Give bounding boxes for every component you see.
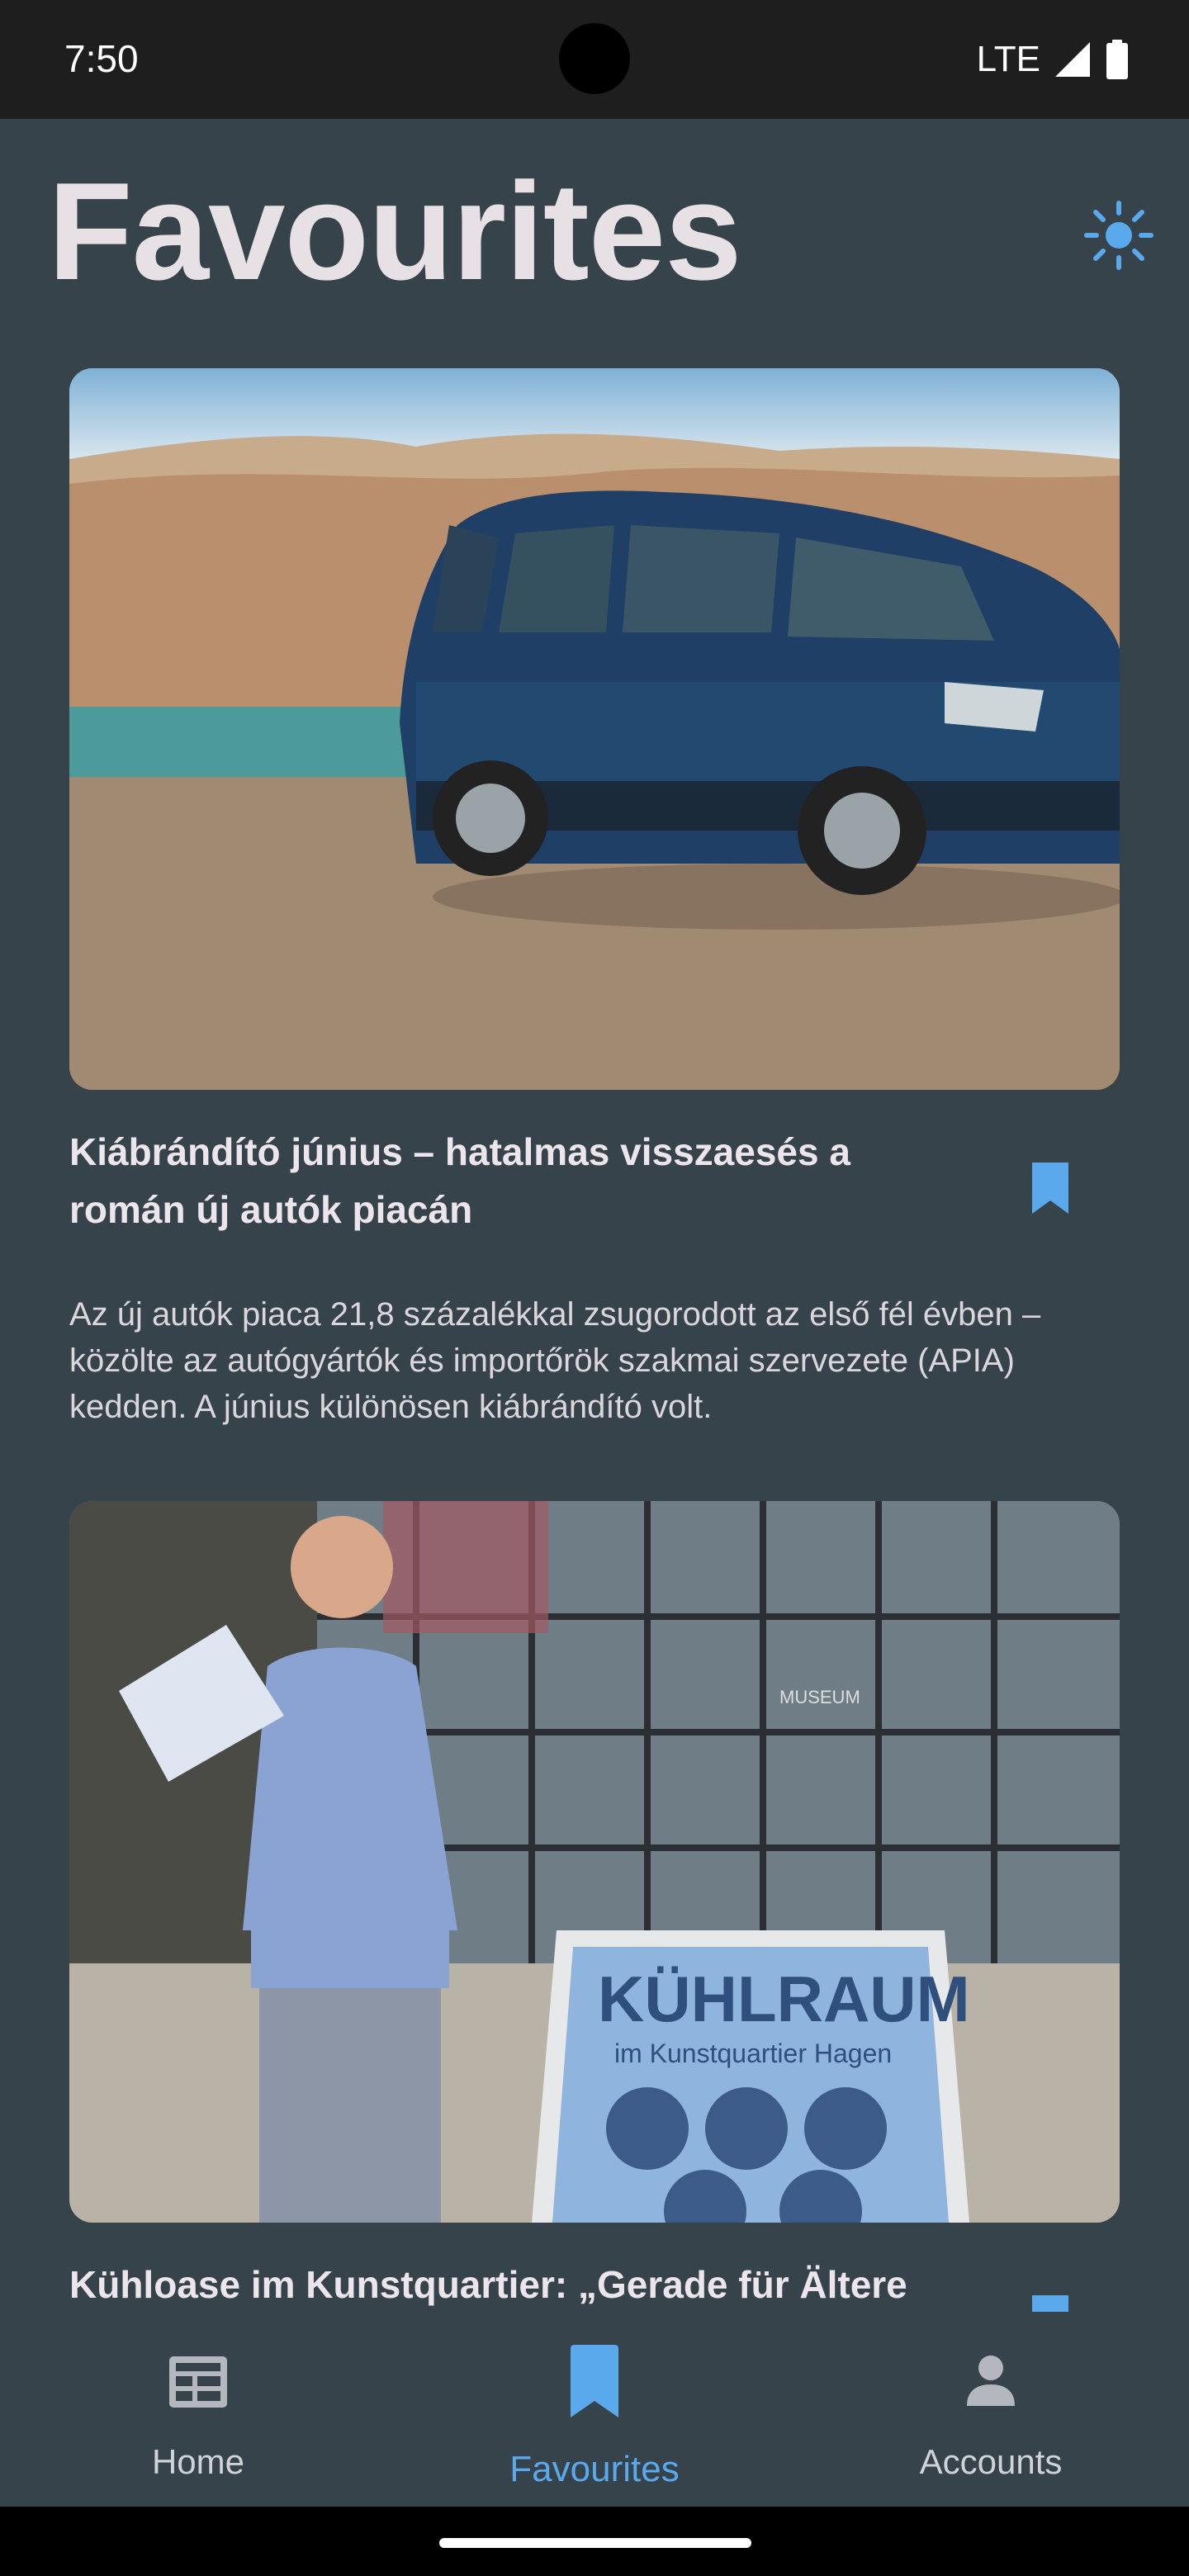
status-time: 7:50 [64, 37, 139, 80]
theme-toggle-button[interactable] [1082, 198, 1156, 272]
favourites-list[interactable]: Favourites Kiábrándító június – hatalmas… [0, 119, 1189, 2345]
signal-icon [1055, 42, 1090, 77]
nav-item-accounts[interactable]: Accounts [793, 2312, 1189, 2507]
nav-item-favourites[interactable]: Favourites [396, 2312, 793, 2507]
bookmark-icon [571, 2345, 618, 2417]
sun-icon [1084, 201, 1153, 270]
article-title[interactable]: Kühloase im Kunstquartier: „Gerade für Ä… [69, 2256, 945, 2313]
camera-cutout [559, 23, 630, 94]
bottom-navigation: Home Favourites Accounts [0, 2312, 1189, 2507]
svg-text:im Kunstquartier Hagen: im Kunstquartier Hagen [614, 2039, 892, 2068]
home-gesture-handle[interactable] [439, 2538, 751, 2548]
article-title[interactable]: Kiábrándító június – hatalmas visszaesés… [69, 1123, 945, 1238]
battery-icon [1106, 40, 1128, 79]
nav-item-home[interactable]: Home [0, 2312, 396, 2507]
article-card[interactable]: Kiábrándító június – hatalmas visszaesés… [69, 368, 1120, 1442]
page-title: Favourites [48, 154, 742, 309]
svg-text:MUSEUM: MUSEUM [779, 1687, 860, 1707]
article-description: Az új autók piaca 21,8 százalékkal zsugo… [69, 1296, 1041, 1425]
person-icon [967, 2356, 1015, 2406]
home-news-icon [169, 2356, 227, 2408]
network-type: LTE [976, 39, 1040, 79]
svg-text:KÜHLRAUM: KÜHLRAUM [598, 1963, 970, 2035]
article-card[interactable]: MUSEUM KÜHLRAUM im Kunstquartier Hagen K… [69, 1501, 1120, 2345]
status-bar: 7:50 LTE [0, 0, 1189, 119]
article-image[interactable]: MUSEUM KÜHLRAUM im Kunstquartier Hagen [69, 1501, 1120, 2223]
bookmark-button[interactable] [1029, 1161, 1072, 1215]
nav-label-home: Home [151, 2442, 245, 2481]
gesture-bar [0, 2507, 1189, 2576]
nav-label-favourites: Favourites [509, 2449, 680, 2489]
status-indicators: LTE [977, 33, 1130, 86]
bookmark-icon [1032, 1163, 1068, 1214]
car-photo [69, 368, 1120, 1090]
article-image[interactable] [69, 368, 1120, 1090]
kuehlraum-photo: MUSEUM KÜHLRAUM im Kunstquartier Hagen [69, 1501, 1120, 2223]
nav-label-accounts: Accounts [919, 2442, 1063, 2481]
